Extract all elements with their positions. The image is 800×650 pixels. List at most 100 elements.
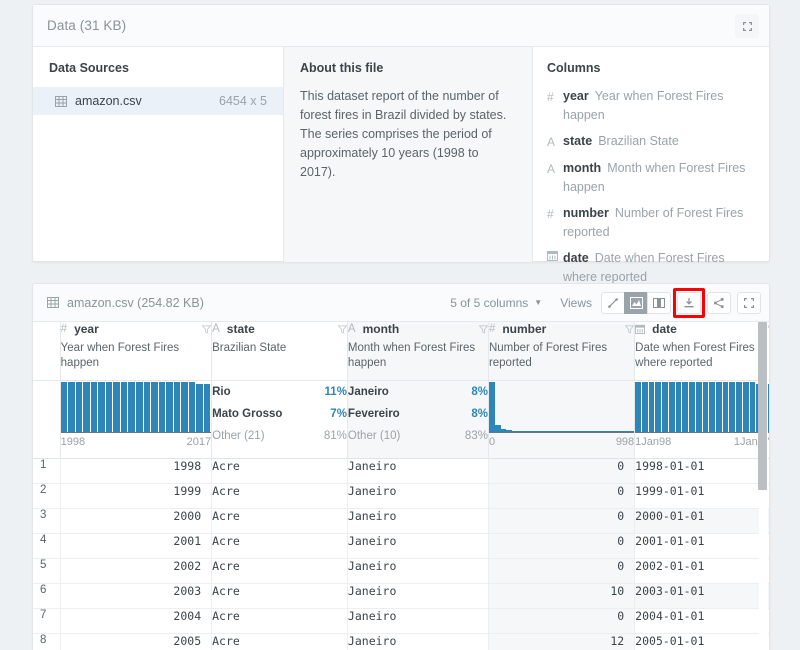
filter-icon[interactable] [625, 324, 635, 334]
cell-year: 2001 [60, 533, 213, 559]
cell-year: 2000 [60, 508, 213, 534]
table-row[interactable]: 7 2004 Acre Janeiro 0 2004-01-01 [33, 608, 769, 634]
filter-icon[interactable] [202, 324, 212, 334]
table-row[interactable]: 6 2003 Acre Janeiro 10 2003-01-01 [33, 583, 769, 609]
columns-view-icon[interactable] [647, 291, 671, 314]
histogram-bar [158, 381, 166, 432]
histogram-bar [68, 381, 75, 432]
text-type-icon: A [347, 323, 356, 335]
text-type-icon: A [547, 135, 556, 149]
cell-month: Janeiro [347, 533, 489, 559]
chart-view-icon[interactable] [624, 291, 648, 314]
histogram-bar [90, 381, 98, 432]
cell-date: 2002-01-01 [634, 558, 769, 584]
cell-month: Janeiro [347, 483, 489, 509]
histogram-bar [120, 381, 128, 432]
share-icon[interactable] [707, 291, 731, 314]
table-panel: amazon.csv (254.82 KB) 5 of 5 columns ▼ … [32, 283, 770, 650]
summary-date: 1Jan98 1Jan17 [634, 380, 769, 459]
cell-idx: 3 [33, 508, 61, 534]
views-toolbar [601, 287, 761, 318]
numeric-type-icon: # [60, 323, 68, 335]
histogram-bar [742, 381, 749, 432]
about-file-heading: About this file [300, 61, 384, 75]
category-label: Other (10) [347, 429, 401, 442]
column-header-month[interactable]: A month Month when Forest Fires happen [347, 322, 489, 381]
fullscreen-icon[interactable] [737, 291, 761, 314]
cell-date: 2005-01-01 [634, 633, 769, 650]
column-header-description: Number of Forest Fires reported [488, 342, 608, 369]
numeric-type-icon: # [488, 323, 496, 335]
data-source-name: amazon.csv [75, 94, 142, 108]
column-descriptor-month: A month Month when Forest Fires happen [547, 159, 755, 197]
table-file-label: amazon.csv (254.82 KB) [67, 295, 204, 310]
cell-idx: 4 [33, 533, 61, 559]
number-axis-min: 0 [488, 435, 496, 448]
column-selector-label: 5 of 5 columns [450, 295, 529, 310]
histogram-bar [749, 381, 756, 432]
category-row: Janeiro 8% [348, 381, 488, 403]
column-descriptor-year: # year Year when Forest Fires happen [547, 87, 755, 125]
column-description: Brazilian State [598, 134, 679, 148]
cell-number: 0 [488, 483, 636, 509]
cell-number: 10 [488, 583, 636, 609]
cell-month: Janeiro [347, 458, 489, 484]
histogram-bar [675, 381, 682, 432]
column-header-name: date [652, 322, 677, 336]
vertical-scrollbar-track[interactable] [758, 322, 768, 650]
cell-number: 0 [488, 608, 636, 634]
category-row-other: Other (10) 83% [348, 425, 488, 447]
histogram-bar [668, 381, 675, 432]
table-row[interactable]: 5 2002 Acre Janeiro 0 2002-01-01 [33, 558, 769, 584]
histogram-bar [166, 381, 173, 432]
category-label: Other (21) [212, 429, 265, 442]
calendar-type-icon [635, 324, 646, 334]
data-grid-table: # year Year when Forest Fires happen A s… [33, 322, 769, 650]
expand-collapse-icon[interactable] [735, 14, 759, 38]
filter-icon[interactable] [337, 324, 347, 334]
category-label: Janeiro [347, 385, 389, 398]
column-header-year[interactable]: # year Year when Forest Fires happen [60, 322, 213, 381]
histogram-bar [75, 381, 83, 432]
cell-number: 0 [488, 458, 636, 484]
download-icon[interactable] [673, 287, 705, 318]
row-index-header [33, 322, 61, 381]
cell-state: Acre [211, 633, 348, 650]
table-row[interactable]: 4 2001 Acre Janeiro 0 2001-01-01 [33, 533, 769, 559]
cell-year: 1999 [60, 483, 213, 509]
cell-number: 0 [488, 508, 636, 534]
scatter-view-icon[interactable] [601, 291, 625, 314]
histogram-bar [641, 381, 648, 432]
category-row: Mato Grosso 7% [212, 403, 347, 425]
table-row[interactable]: 2 1999 Acre Janeiro 0 1999-01-01 [33, 483, 769, 509]
cell-number: 0 [488, 558, 636, 584]
columns-heading: Columns [547, 61, 601, 75]
table-row[interactable]: 3 2000 Acre Janeiro 0 2000-01-01 [33, 508, 769, 534]
table-row[interactable]: 1 1998 Acre Janeiro 0 1998-01-01 [33, 458, 769, 484]
column-name: state [563, 134, 593, 148]
cell-month: Janeiro [347, 558, 489, 584]
cell-year: 2004 [60, 608, 213, 634]
category-percent: 7% [330, 407, 347, 420]
column-header-name: year [74, 322, 99, 336]
column-descriptor-state: A state Brazilian State [547, 132, 755, 152]
column-header-number[interactable]: # number Number of Forest Fires reported [488, 322, 636, 381]
cell-date: 1999-01-01 [634, 483, 769, 509]
cell-state: Acre [211, 583, 348, 609]
column-header-date[interactable]: date Date when Forest Fires where report… [634, 322, 769, 381]
histogram-bar [655, 381, 662, 432]
column-header-name: state [226, 322, 255, 336]
category-row: Rio 11% [212, 381, 347, 403]
histogram-bar [98, 381, 105, 432]
column-name: date [563, 251, 589, 265]
column-header-state[interactable]: A state Brazilian State [211, 322, 348, 381]
filter-icon[interactable] [478, 324, 488, 334]
cell-date: 1998-01-01 [634, 458, 769, 484]
column-selector-dropdown[interactable]: 5 of 5 columns ▼ [450, 296, 542, 310]
table-row[interactable]: 8 2005 Acre Janeiro 12 2005-01-01 [33, 633, 769, 650]
data-source-item[interactable]: amazon.csv 6454 x 5 [33, 87, 283, 115]
vertical-scrollbar-thumb[interactable] [758, 322, 767, 490]
histogram-bar [188, 381, 196, 432]
about-file-text: This dataset report of the number of for… [300, 89, 507, 179]
histogram-bar [151, 381, 158, 432]
